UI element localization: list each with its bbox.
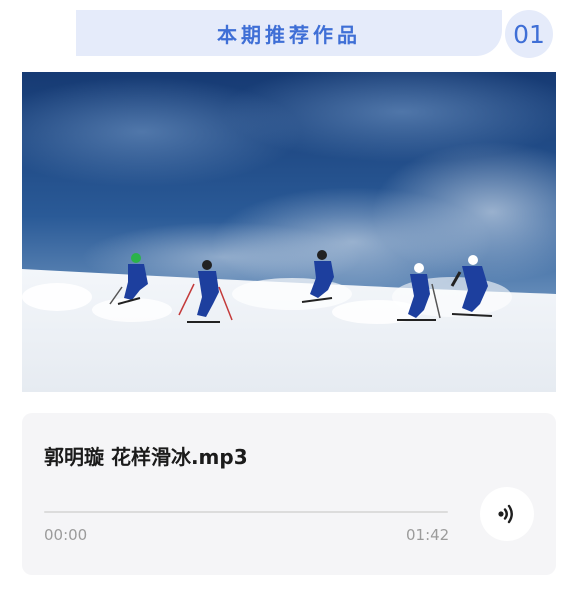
issue-number-badge: 01	[505, 10, 553, 58]
audio-total-time: 01:42	[406, 526, 450, 544]
audio-current-time: 00:00	[44, 526, 88, 544]
featured-photo	[22, 72, 556, 392]
issue-number: 01	[513, 19, 545, 49]
audio-player: 郭明璇 花样滑冰.mp3 00:00 01:42	[22, 413, 556, 575]
audio-play-button[interactable]	[480, 487, 534, 541]
audio-title: 郭明璇 花样滑冰.mp3	[44, 445, 248, 469]
sound-wave-icon	[498, 504, 513, 524]
section-title: 本期推荐作品	[217, 22, 361, 47]
audio-progress-bar[interactable]	[44, 511, 448, 513]
section-banner: 本期推荐作品	[76, 10, 502, 56]
